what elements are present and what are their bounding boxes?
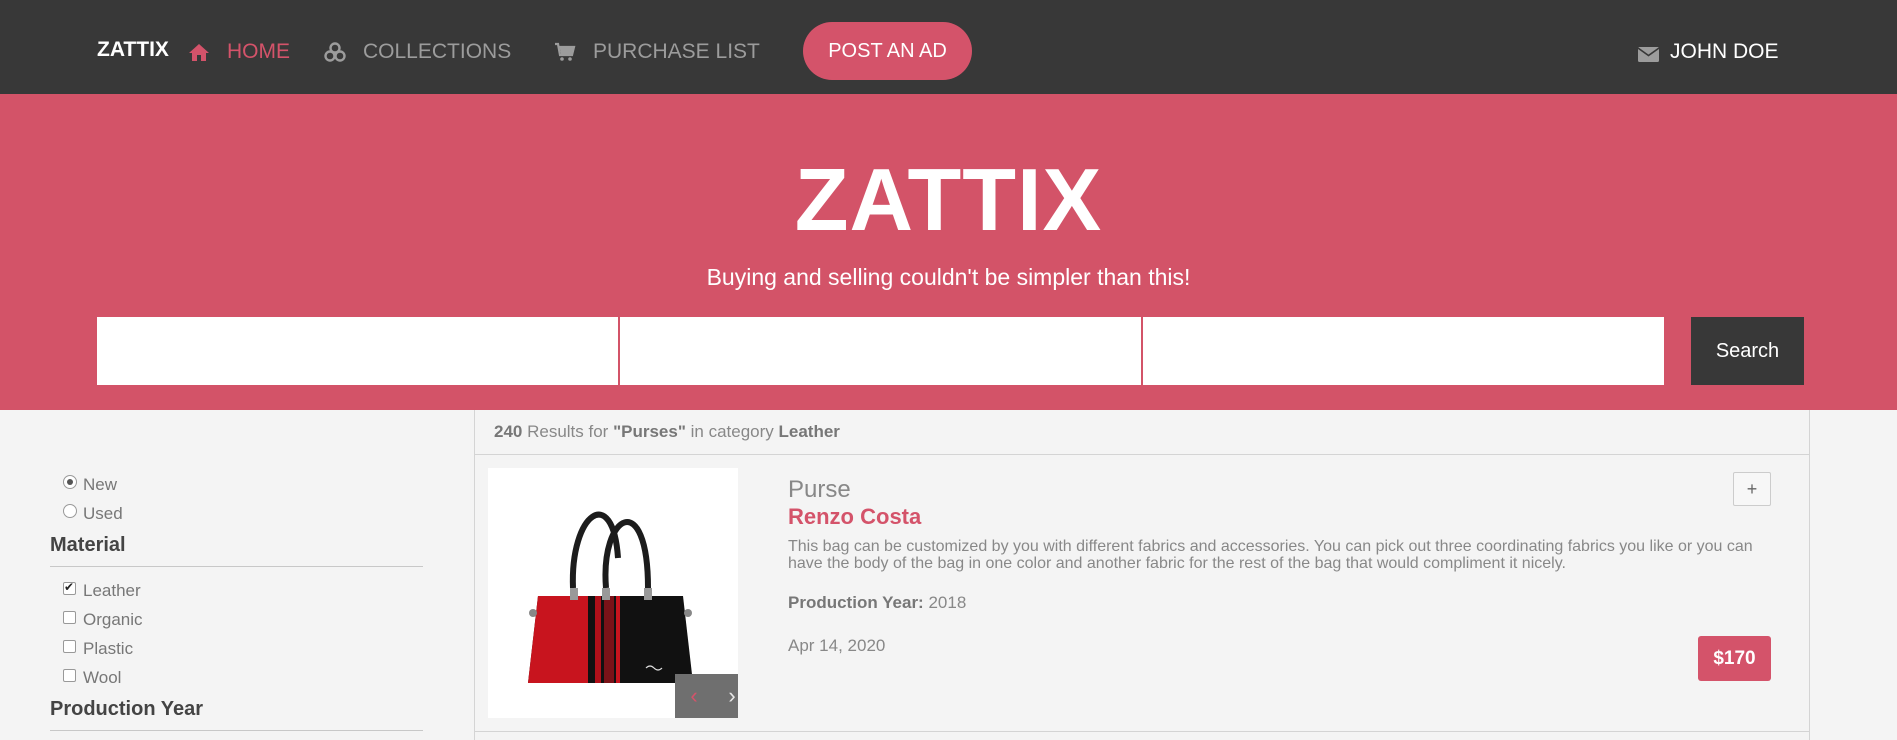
search-field-1[interactable] bbox=[97, 317, 618, 385]
checkbox-organic[interactable] bbox=[63, 610, 76, 624]
cubes-icon bbox=[324, 42, 346, 62]
results-panel: 240 Results for "Purses" in category Lea… bbox=[474, 410, 1810, 740]
radio-used[interactable] bbox=[63, 504, 77, 518]
nav-collections-label: COLLECTIONS bbox=[363, 40, 512, 63]
material-heading: Material bbox=[50, 534, 126, 556]
nav-purchase-label: PURCHASE LIST bbox=[593, 40, 760, 63]
material-organic-label: Organic bbox=[83, 610, 143, 629]
prev-image-button[interactable]: ‹ bbox=[690, 685, 697, 707]
hero-title: ZATTIX bbox=[794, 150, 1103, 249]
material-wool-option[interactable]: Wool bbox=[63, 668, 121, 688]
production-year-value: 2018 bbox=[928, 593, 967, 612]
top-navbar: ZATTIX HOME COLLECTIONS PURCHASE LIST PO… bbox=[0, 0, 1897, 94]
add-to-list-button[interactable]: + bbox=[1733, 472, 1771, 506]
production-year-heading: Production Year bbox=[50, 698, 204, 720]
material-organic-option[interactable]: Organic bbox=[63, 610, 143, 630]
checkbox-wool[interactable] bbox=[63, 668, 76, 682]
cart-icon bbox=[554, 42, 576, 62]
condition-used-option[interactable]: Used bbox=[63, 504, 123, 524]
search-field-2[interactable] bbox=[620, 317, 1141, 385]
user-menu[interactable]: JOHN DOE bbox=[1637, 40, 1779, 64]
nav-purchase-list[interactable]: PURCHASE LIST bbox=[554, 40, 760, 64]
material-leather-label: Leather bbox=[83, 581, 141, 600]
price-badge[interactable]: $170 bbox=[1698, 636, 1771, 681]
results-for-text: Results for bbox=[522, 422, 614, 441]
home-icon bbox=[188, 42, 210, 62]
next-image-button[interactable]: › bbox=[728, 685, 735, 707]
material-leather-option[interactable]: Leather bbox=[63, 580, 141, 601]
production-year-divider bbox=[50, 730, 423, 731]
nav-collections[interactable]: COLLECTIONS bbox=[324, 40, 511, 64]
hero-banner: ZATTIX Buying and selling couldn't be si… bbox=[0, 94, 1897, 410]
material-divider bbox=[50, 566, 423, 567]
envelope-icon bbox=[1637, 44, 1660, 62]
product-brand[interactable]: Renzo Costa bbox=[788, 504, 921, 530]
product-image[interactable]: ‹ › bbox=[488, 468, 738, 718]
brand-logo[interactable]: ZATTIX bbox=[97, 38, 169, 62]
material-wool-label: Wool bbox=[83, 668, 122, 687]
results-count: 240 bbox=[494, 422, 523, 441]
results-category-text: in category bbox=[685, 422, 779, 441]
material-plastic-option[interactable]: Plastic bbox=[63, 639, 133, 659]
results-query: "Purses" bbox=[613, 422, 686, 441]
production-year-label: Production Year: bbox=[788, 593, 924, 612]
checkbox-plastic[interactable] bbox=[63, 639, 76, 653]
condition-used-label: Used bbox=[83, 504, 123, 523]
condition-new-label: New bbox=[83, 475, 118, 494]
radio-new[interactable] bbox=[63, 475, 77, 489]
nav-home-label: HOME bbox=[227, 40, 290, 63]
material-plastic-label: Plastic bbox=[83, 639, 134, 658]
search-button[interactable]: Search bbox=[1691, 317, 1804, 385]
nav-home[interactable]: HOME bbox=[188, 40, 290, 64]
results-summary: 240 Results for "Purses" in category Lea… bbox=[475, 410, 1809, 455]
hero-subtitle: Buying and selling couldn't be simpler t… bbox=[706, 264, 1191, 290]
result-row-divider bbox=[475, 731, 1809, 732]
search-field-3[interactable] bbox=[1143, 317, 1664, 385]
checkbox-leather[interactable] bbox=[63, 580, 76, 595]
product-production-year: Production Year: 2018 bbox=[788, 593, 966, 613]
post-ad-button[interactable]: POST AN AD bbox=[803, 22, 972, 80]
user-name: JOHN DOE bbox=[1670, 40, 1779, 63]
product-description: This bag can be customized by you with d… bbox=[788, 538, 1753, 572]
condition-new-option[interactable]: New bbox=[63, 475, 117, 495]
image-carousel-controls: ‹ › bbox=[675, 674, 738, 718]
product-date: Apr 14, 2020 bbox=[788, 636, 886, 655]
product-name: Purse bbox=[788, 476, 851, 503]
results-category: Leather bbox=[778, 422, 840, 441]
